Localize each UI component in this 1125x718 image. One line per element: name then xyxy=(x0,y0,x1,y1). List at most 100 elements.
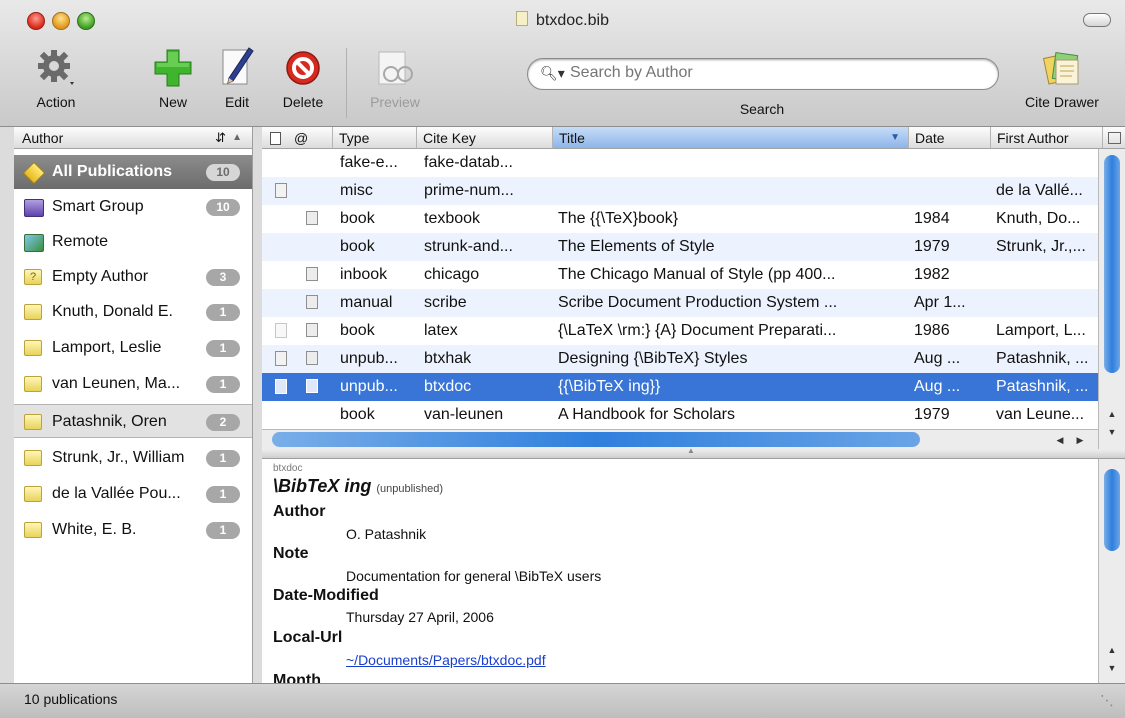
table-row[interactable]: inbook chicago The Chicago Manual of Sty… xyxy=(262,261,1098,289)
scroll-left-arrow-icon[interactable]: ◀ xyxy=(1052,433,1068,447)
scroll-thumb[interactable] xyxy=(1104,469,1120,551)
preview-button[interactable]: Preview xyxy=(360,48,430,110)
count-badge: 1 xyxy=(206,340,240,357)
preview-glasses-icon xyxy=(373,48,417,88)
new-button[interactable]: New xyxy=(148,48,198,110)
table-row[interactable]: manual scribe Scribe Document Production… xyxy=(262,289,1098,317)
column-header-first-author[interactable]: First Author xyxy=(990,127,1102,149)
url-icon xyxy=(306,351,318,365)
column-header-url[interactable]: @ xyxy=(282,127,332,149)
sidebar-item-author[interactable]: Knuth, Donald E. 1 xyxy=(14,295,252,329)
toolbar-toggle-button[interactable] xyxy=(1083,13,1111,27)
count-badge: 1 xyxy=(206,486,240,503)
count-badge: 1 xyxy=(206,450,240,467)
table-row[interactable]: book strunk-and... The Elements of Style… xyxy=(262,233,1098,261)
scroll-thumb[interactable] xyxy=(1104,155,1120,373)
sidebar-item-smart-group[interactable]: Smart Group 10 xyxy=(14,190,252,224)
splitter-grip-icon: ▲ xyxy=(687,446,695,455)
scroll-down-arrow-icon[interactable]: ▼ xyxy=(1104,425,1120,439)
scroll-up-arrow-icon[interactable]: ▲ xyxy=(1104,643,1120,657)
table-row[interactable]: unpub... btxhak Designing {\BibTeX} Styl… xyxy=(262,345,1098,373)
search-icon: 🔍︎▾ xyxy=(540,65,565,81)
linked-file-icon xyxy=(275,351,287,366)
smart-group-icon xyxy=(24,199,44,217)
table-vertical-scrollbar[interactable]: ▲ ▼ xyxy=(1098,149,1125,449)
toolbar-separator xyxy=(346,48,347,118)
library-icon xyxy=(22,161,46,185)
folder-icon xyxy=(24,486,42,502)
folder-icon xyxy=(24,522,42,538)
sidebar-item-author[interactable]: Patashnik, Oren 2 xyxy=(14,404,252,438)
sidebar-item-author[interactable]: Strunk, Jr., William 1 xyxy=(14,441,252,475)
app-window: btxdoc.bib Action New Edit Delete Previe… xyxy=(0,0,1125,718)
column-header-title[interactable]: Title ▼ xyxy=(552,127,908,149)
linked-file-icon xyxy=(275,323,287,338)
sidebar-item-empty-author[interactable]: ? Empty Author 3 xyxy=(14,260,252,294)
resize-grip-icon[interactable]: ⋱ xyxy=(1100,692,1114,709)
sidebar-header[interactable]: Author ⇵ ▲ xyxy=(14,127,252,149)
table-horizontal-scrollbar[interactable]: ◀ ▶ xyxy=(262,429,1098,449)
publication-detail-pane: btxdoc \BibTeX ing (unpublished) Author … xyxy=(262,458,1125,684)
no-entry-icon xyxy=(283,48,323,88)
scroll-up-arrow-icon[interactable]: ▲ xyxy=(1104,407,1120,421)
count-badge: 2 xyxy=(206,414,240,431)
sidebar-item-author[interactable]: van Leunen, Ma... 1 xyxy=(14,367,252,401)
status-text: 10 publications xyxy=(24,691,118,707)
sidebar-item-remote[interactable]: Remote xyxy=(14,225,252,259)
field-value-note: Documentation for general \BibTeX users xyxy=(346,568,602,584)
pane-splitter[interactable]: ▲ xyxy=(262,446,1125,458)
table-row[interactable]: misc prime-num... de la Vallé... xyxy=(262,177,1098,205)
edit-pencil-icon xyxy=(217,44,257,88)
column-header-cite-key[interactable]: Cite Key xyxy=(416,127,552,149)
delete-button[interactable]: Delete xyxy=(272,48,334,110)
folder-icon xyxy=(24,376,42,392)
search-input[interactable] xyxy=(568,63,992,83)
url-icon xyxy=(306,323,318,337)
cite-drawer-button[interactable]: Cite Drawer xyxy=(1012,48,1112,110)
sort-indicator-icon: ▲ xyxy=(232,132,242,143)
folder-icon xyxy=(24,414,42,430)
url-icon xyxy=(306,295,318,309)
table-row[interactable]: book texbook The {{\TeX}book} 1984 Knuth… xyxy=(262,205,1098,233)
table-row[interactable]: book van-leunen A Handbook for Scholars … xyxy=(262,401,1098,429)
gear-icon xyxy=(36,48,76,88)
field-name-note: Note xyxy=(273,545,309,562)
sidebar-item-author[interactable]: Lamport, Leslie 1 xyxy=(14,331,252,365)
column-options-button[interactable] xyxy=(1102,127,1125,149)
folder-icon xyxy=(24,450,42,466)
scroll-right-arrow-icon[interactable]: ▶ xyxy=(1072,433,1088,447)
detail-cite-key: btxdoc xyxy=(273,463,303,474)
local-url-link[interactable]: ~/Documents/Papers/btxdoc.pdf xyxy=(346,652,546,668)
column-options-icon xyxy=(1108,132,1121,144)
sort-descending-icon: ▼ xyxy=(890,132,900,143)
table-row-selected[interactable]: unpub... btxdoc {{\BibTeX ing}} Aug ... … xyxy=(262,373,1098,401)
horizontal-scroll-thumb[interactable] xyxy=(272,432,920,447)
remote-icon xyxy=(24,234,44,252)
sidebar-item-all-publications[interactable]: All Publications 10 xyxy=(14,155,252,189)
detail-vertical-scrollbar[interactable]: ▲ ▼ xyxy=(1098,459,1125,684)
field-name-date-modified: Date-Modified xyxy=(273,587,379,604)
scroll-down-arrow-icon[interactable]: ▼ xyxy=(1104,661,1120,675)
sidebar-item-author[interactable]: White, E. B. 1 xyxy=(14,513,252,547)
column-header-date[interactable]: Date xyxy=(908,127,990,149)
question-folder-icon: ? xyxy=(24,269,42,285)
field-name-local-url: Local-Url xyxy=(273,629,343,646)
url-icon xyxy=(306,267,318,281)
column-header-type[interactable]: Type xyxy=(332,127,416,149)
table-row[interactable]: book latex {\LaTeX \rm:} {A} Document Pr… xyxy=(262,317,1098,345)
field-value-date-modified: Thursday 27 April, 2006 xyxy=(346,609,494,625)
plus-icon xyxy=(153,48,193,88)
action-button[interactable]: Action xyxy=(24,48,88,110)
count-badge: 3 xyxy=(206,269,240,286)
count-badge: 10 xyxy=(206,164,240,181)
table-row[interactable]: fake-e... fake-datab... xyxy=(262,149,1098,177)
linked-file-icon xyxy=(275,183,287,198)
edit-button[interactable]: Edit xyxy=(214,47,260,110)
search-field[interactable]: 🔍︎▾ xyxy=(527,58,999,90)
file-column-icon xyxy=(270,132,281,145)
linked-file-icon xyxy=(275,379,287,394)
sidebar-item-author[interactable]: de la Vallée Pou... 1 xyxy=(14,477,252,511)
count-badge: 10 xyxy=(206,199,240,216)
cite-drawer-icon xyxy=(1042,48,1082,88)
column-header-file[interactable] xyxy=(262,127,282,149)
